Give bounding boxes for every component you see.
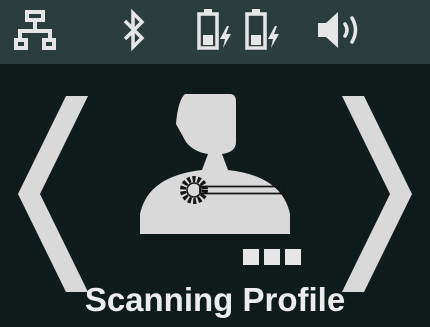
more-dots-icon[interactable] [243,248,303,266]
battery-charging-icon [197,9,231,50]
network-icon [14,10,56,50]
chevron-right-icon[interactable] [342,96,416,292]
battery-charging-icon [245,9,279,50]
status-bar [0,0,430,64]
screen-title: Scanning Profile [84,281,346,318]
device-screen: Scanning Profile [0,0,430,327]
person-scanner-icon [140,94,290,234]
speaker-volume-icon [318,12,358,48]
chevron-left-icon[interactable] [14,96,88,292]
bluetooth-icon [123,8,145,52]
